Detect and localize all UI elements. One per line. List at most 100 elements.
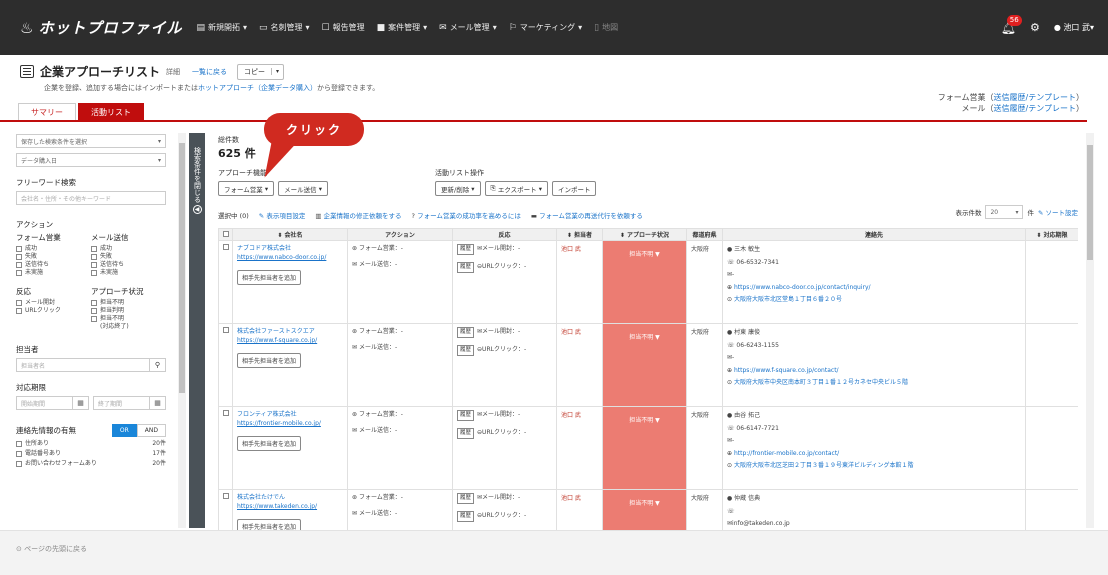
checkbox[interactable]: [16, 246, 22, 252]
owner-cell[interactable]: 池口 武: [556, 323, 603, 407]
collapse-search-panel[interactable]: 検索条件を閉じる ◀: [189, 133, 205, 528]
filter-checkbox[interactable]: 送信待ち: [16, 261, 91, 269]
row-checkbox[interactable]: [223, 327, 229, 333]
checkbox[interactable]: [16, 262, 22, 268]
filter-checkbox[interactable]: 失敗: [16, 253, 91, 261]
company-name-link[interactable]: 株式会社ファーストスクエア: [237, 327, 343, 336]
filter-checkbox[interactable]: 失敗: [91, 253, 166, 261]
column-header[interactable]: 反応: [452, 228, 557, 241]
start-date-input[interactable]: 開始期間: [16, 396, 73, 410]
approach-status-select[interactable]: 担当不明 ▼: [602, 240, 687, 324]
history-button[interactable]: 履歴: [457, 428, 475, 439]
checkbox[interactable]: [91, 308, 97, 314]
inquiry-form-link[interactable]: ⊕ https://www.nabco-door.co.jp/contact/i…: [727, 282, 1021, 295]
contact-filter-checkbox[interactable]: 住所あり 20件: [16, 440, 166, 448]
resend-request-link[interactable]: ▬ フォーム営業の再送代行を依頼する: [531, 210, 643, 220]
add-contact-button[interactable]: 相手先担当者を追加: [237, 353, 302, 368]
address-link[interactable]: ⊙ 大阪府大阪市中央区南本町３丁目１番１２号カネセ中央ビル５階: [727, 377, 1021, 390]
filter-checkbox[interactable]: 担当不明: [91, 315, 166, 323]
nav-item[interactable]: ⚐ マーケティング ▾: [509, 22, 582, 33]
history-button[interactable]: 履歴: [457, 345, 475, 356]
calendar-icon[interactable]: ▦: [150, 396, 166, 410]
column-header[interactable]: 連絡先: [722, 228, 1026, 241]
search-icon[interactable]: ⚲: [150, 358, 166, 372]
column-header[interactable]: ⬍ 担当者: [556, 228, 603, 241]
checkbox[interactable]: [16, 441, 22, 447]
history-button[interactable]: 履歴: [457, 511, 475, 522]
checkbox[interactable]: [91, 270, 97, 276]
import-button[interactable]: インポート: [551, 181, 597, 196]
history-button[interactable]: 履歴: [457, 262, 475, 273]
nav-item[interactable]: ▯ 地図: [594, 22, 618, 33]
column-header[interactable]: 都道府県: [686, 228, 723, 241]
or-toggle[interactable]: OR: [111, 424, 137, 437]
detail-link[interactable]: 詳細: [166, 67, 180, 77]
company-url-link[interactable]: https://www.nabco-door.co.jp/: [237, 253, 343, 262]
contact-filter-checkbox[interactable]: お問い合わせフォームあり 20件: [16, 460, 166, 468]
company-url-link[interactable]: https://www.f-square.co.jp/: [237, 336, 343, 345]
owner-cell[interactable]: 池口 武: [556, 406, 603, 490]
success-rate-link[interactable]: ? フォーム営業の成功率を高めるには: [412, 210, 521, 220]
company-url-link[interactable]: https://frontier-mobile.co.jp/: [237, 419, 343, 428]
freeword-input[interactable]: 会社名・住所・その他キーワード: [16, 191, 166, 205]
filter-checkbox[interactable]: 担当判明: [91, 307, 166, 315]
company-name-link[interactable]: フロンティア株式会社: [237, 410, 343, 419]
row-checkbox[interactable]: [223, 410, 229, 416]
mail-history-link[interactable]: 送信履歴/テンプレート: [994, 104, 1076, 113]
nav-item[interactable]: ▤ 新規開拓 ▾: [196, 22, 247, 33]
per-page-select[interactable]: 20 ▾: [985, 205, 1024, 219]
nav-item[interactable]: ✉ メール管理 ▾: [439, 22, 497, 33]
approach-status-select[interactable]: 担当不明 ▼: [602, 489, 687, 533]
inquiry-form-link[interactable]: ⊕ https://www.f-square.co.jp/contact/: [727, 365, 1021, 378]
address-link[interactable]: ⊙ 大阪府大阪市北区堂島１丁目６番２０号: [727, 294, 1021, 307]
checkbox[interactable]: [91, 262, 97, 268]
select-all-checkbox[interactable]: [218, 228, 233, 241]
sidebar-scrollbar[interactable]: [178, 133, 186, 528]
main-scrollbar[interactable]: [1086, 133, 1094, 528]
back-to-top-link[interactable]: ⊙ ページの先頭に戻る: [16, 544, 87, 554]
display-settings-link[interactable]: ✎ 表示項目設定: [259, 210, 306, 220]
sort-settings-link[interactable]: ✎ ソート設定: [1038, 207, 1078, 217]
filter-checkbox[interactable]: 担当不明: [91, 299, 166, 307]
filter-checkbox[interactable]: 成功: [91, 245, 166, 253]
tab-summary[interactable]: サマリー: [18, 103, 76, 121]
filter-checkbox[interactable]: メール開封: [16, 299, 91, 307]
app-logo[interactable]: ♨ ホットプロファイル: [20, 17, 182, 38]
owner-input[interactable]: 担当者名: [16, 358, 150, 372]
checkbox[interactable]: [16, 308, 22, 314]
checkbox[interactable]: [16, 451, 22, 457]
nav-item[interactable]: ■ 案件管理 ▾: [377, 22, 428, 33]
checkbox[interactable]: [16, 254, 22, 260]
company-name-link[interactable]: ナブコドア株式会社: [237, 244, 343, 253]
end-date-input[interactable]: 終了期間: [93, 396, 150, 410]
company-url-link[interactable]: https://www.takeden.co.jp/: [237, 502, 343, 511]
column-header[interactable]: アクション: [347, 228, 453, 241]
row-checkbox[interactable]: [223, 244, 229, 250]
tab-activity-list[interactable]: 活動リスト: [78, 103, 144, 121]
approach-status-select[interactable]: 担当不明 ▼: [602, 406, 687, 490]
chevron-down-icon[interactable]: ▾: [271, 68, 283, 75]
filter-checkbox[interactable]: 送信待ち: [91, 261, 166, 269]
contact-filter-checkbox[interactable]: 電話番号あり 17件: [16, 450, 166, 458]
checkbox[interactable]: [91, 316, 97, 322]
column-header[interactable]: ⬍ 対応期限: [1025, 228, 1078, 241]
history-button[interactable]: 履歴: [457, 244, 475, 255]
user-menu[interactable]: ● 池口 武▾: [1054, 22, 1094, 33]
copy-button[interactable]: コピー ▾: [237, 63, 285, 80]
filter-checkbox[interactable]: URLクリック: [16, 307, 91, 315]
history-button[interactable]: 履歴: [457, 327, 475, 338]
column-header[interactable]: ⬍ 会社名: [232, 228, 348, 241]
update-delete-button[interactable]: 更新/削除 ▾: [435, 181, 481, 196]
settings-gear-icon[interactable]: ⚙: [1030, 21, 1040, 34]
row-checkbox[interactable]: [223, 493, 229, 499]
nav-item[interactable]: ☐ 報告管理: [322, 22, 365, 33]
filter-checkbox[interactable]: 未実施: [91, 269, 166, 277]
export-button[interactable]: ⎘ エクスポート ▾: [484, 181, 548, 196]
history-button[interactable]: 履歴: [457, 410, 475, 421]
approach-status-select[interactable]: 担当不明 ▼: [602, 323, 687, 407]
checkbox[interactable]: [16, 270, 22, 276]
checkbox[interactable]: [91, 300, 97, 306]
filter-checkbox[interactable]: 未実施: [16, 269, 91, 277]
add-contact-button[interactable]: 相手先担当者を追加: [237, 270, 302, 285]
checkbox[interactable]: [91, 246, 97, 252]
